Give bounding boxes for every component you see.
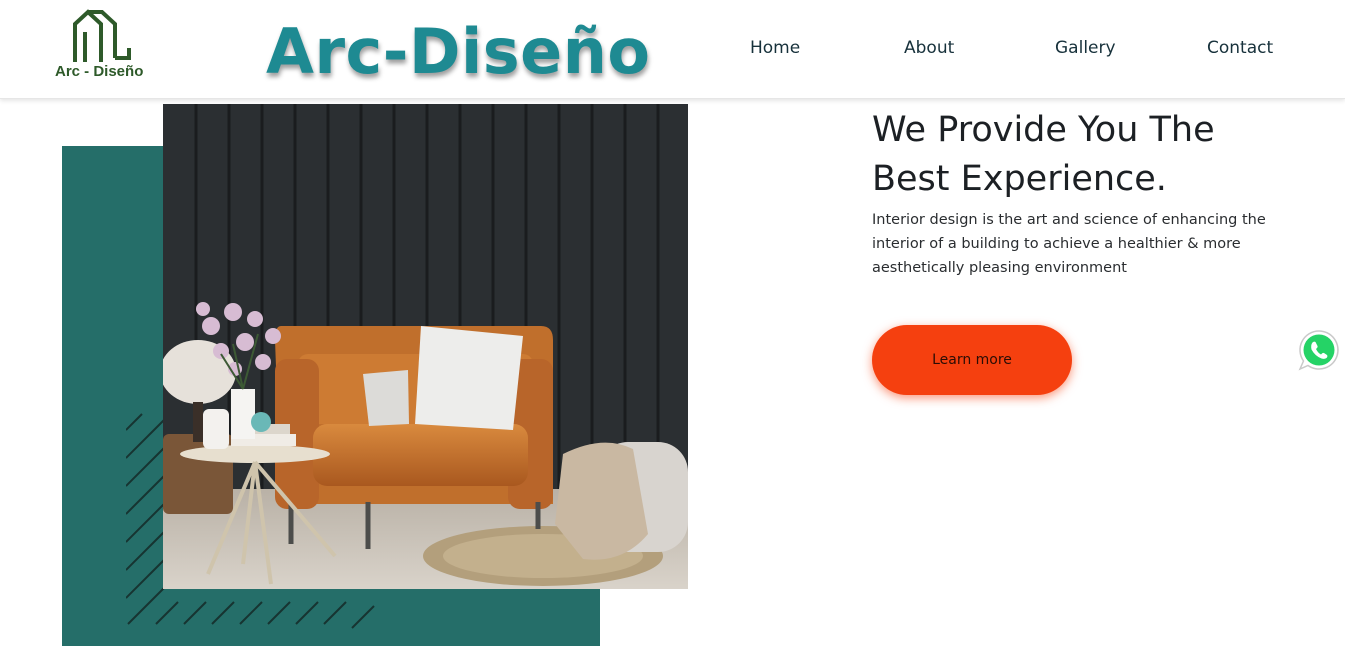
whatsapp-icon (1298, 330, 1339, 371)
nav-gallery[interactable]: Gallery (1055, 38, 1116, 58)
interior-photo (163, 104, 688, 589)
logo[interactable]: Arc - Diseño (52, 8, 152, 84)
nav-about[interactable]: About (904, 38, 954, 58)
whatsapp-button[interactable] (1297, 328, 1341, 372)
site-header: Arc - Diseño Arc-Diseño Home About Galle… (0, 0, 1345, 99)
hero-title: We Provide You The Best Experience. (872, 110, 1215, 199)
nav-home[interactable]: Home (750, 38, 800, 58)
logo-text: Arc - Diseño (55, 63, 144, 80)
nav-contact[interactable]: Contact (1207, 38, 1273, 58)
house-outline-icon (73, 9, 131, 62)
brand-title: Arc-Diseño (266, 15, 651, 88)
hero-description: Interior design is the art and science o… (872, 212, 1266, 276)
learn-more-button[interactable]: Learn more (872, 325, 1072, 395)
